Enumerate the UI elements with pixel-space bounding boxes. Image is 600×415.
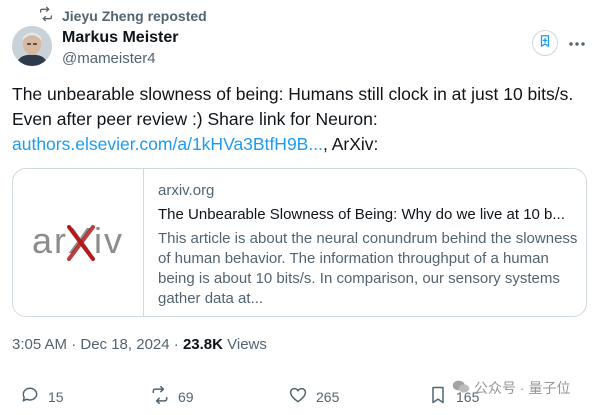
repost-header[interactable]: Jieyu Zheng reposted — [38, 6, 207, 25]
author-handle[interactable]: @mameister4 — [62, 49, 179, 69]
tweet-meta: 3:05 AM · Dec 18, 2024 · 23.8K Views — [12, 336, 267, 353]
repost-text: Jieyu Zheng reposted — [62, 7, 207, 24]
tweet-after-link: , ArXiv: — [322, 134, 379, 154]
repost-icon — [150, 385, 170, 408]
reply-icon — [20, 385, 40, 408]
reply-button[interactable]: 15 — [20, 385, 64, 408]
card-thumbnail: arXiv — [13, 169, 144, 316]
subscribe-button[interactable] — [532, 30, 558, 56]
more-icon — [568, 34, 586, 52]
repost-button[interactable]: 69 — [150, 385, 194, 408]
neuron-link[interactable]: authors.elsevier.com/a/1kHVa3BtfH9B... — [12, 134, 323, 154]
avatar[interactable] — [12, 26, 52, 66]
wechat-icon — [452, 379, 470, 398]
more-button[interactable] — [566, 32, 588, 54]
like-count: 265 — [316, 388, 340, 405]
tweet-line-2: Even after peer review :) Share link for… — [12, 109, 378, 129]
like-button[interactable]: 265 — [288, 385, 339, 408]
watermark-text: 公众号 · 量子位 — [474, 380, 571, 396]
timestamp[interactable]: 3:05 AM · Dec 18, 2024 · — [12, 336, 183, 353]
link-card[interactable]: arXiv arxiv.org The Unbearable Slowness … — [12, 168, 587, 317]
tweet-text: The unbearable slowness of being: Humans… — [12, 82, 592, 157]
subscribe-icon — [538, 34, 552, 53]
card-domain: arxiv.org — [158, 182, 215, 199]
author-name[interactable]: Markus Meister — [62, 29, 179, 47]
like-icon — [288, 385, 308, 408]
views-count: 23.8K — [182, 336, 223, 353]
views-label: Views — [222, 336, 267, 353]
card-title: The Unbearable Slowness of Being: Why do… — [158, 206, 565, 223]
watermark: 公众号 · 量子位 — [452, 378, 570, 398]
reply-count: 15 — [48, 388, 64, 405]
repost-icon — [38, 6, 54, 25]
card-description: This article is about the neural conundr… — [158, 230, 578, 307]
tweet-line-1: The unbearable slowness of being: Humans… — [12, 84, 574, 104]
bookmark-icon — [428, 385, 448, 408]
arxiv-logo: arXiv — [32, 220, 122, 261]
repost-count: 69 — [178, 388, 194, 405]
